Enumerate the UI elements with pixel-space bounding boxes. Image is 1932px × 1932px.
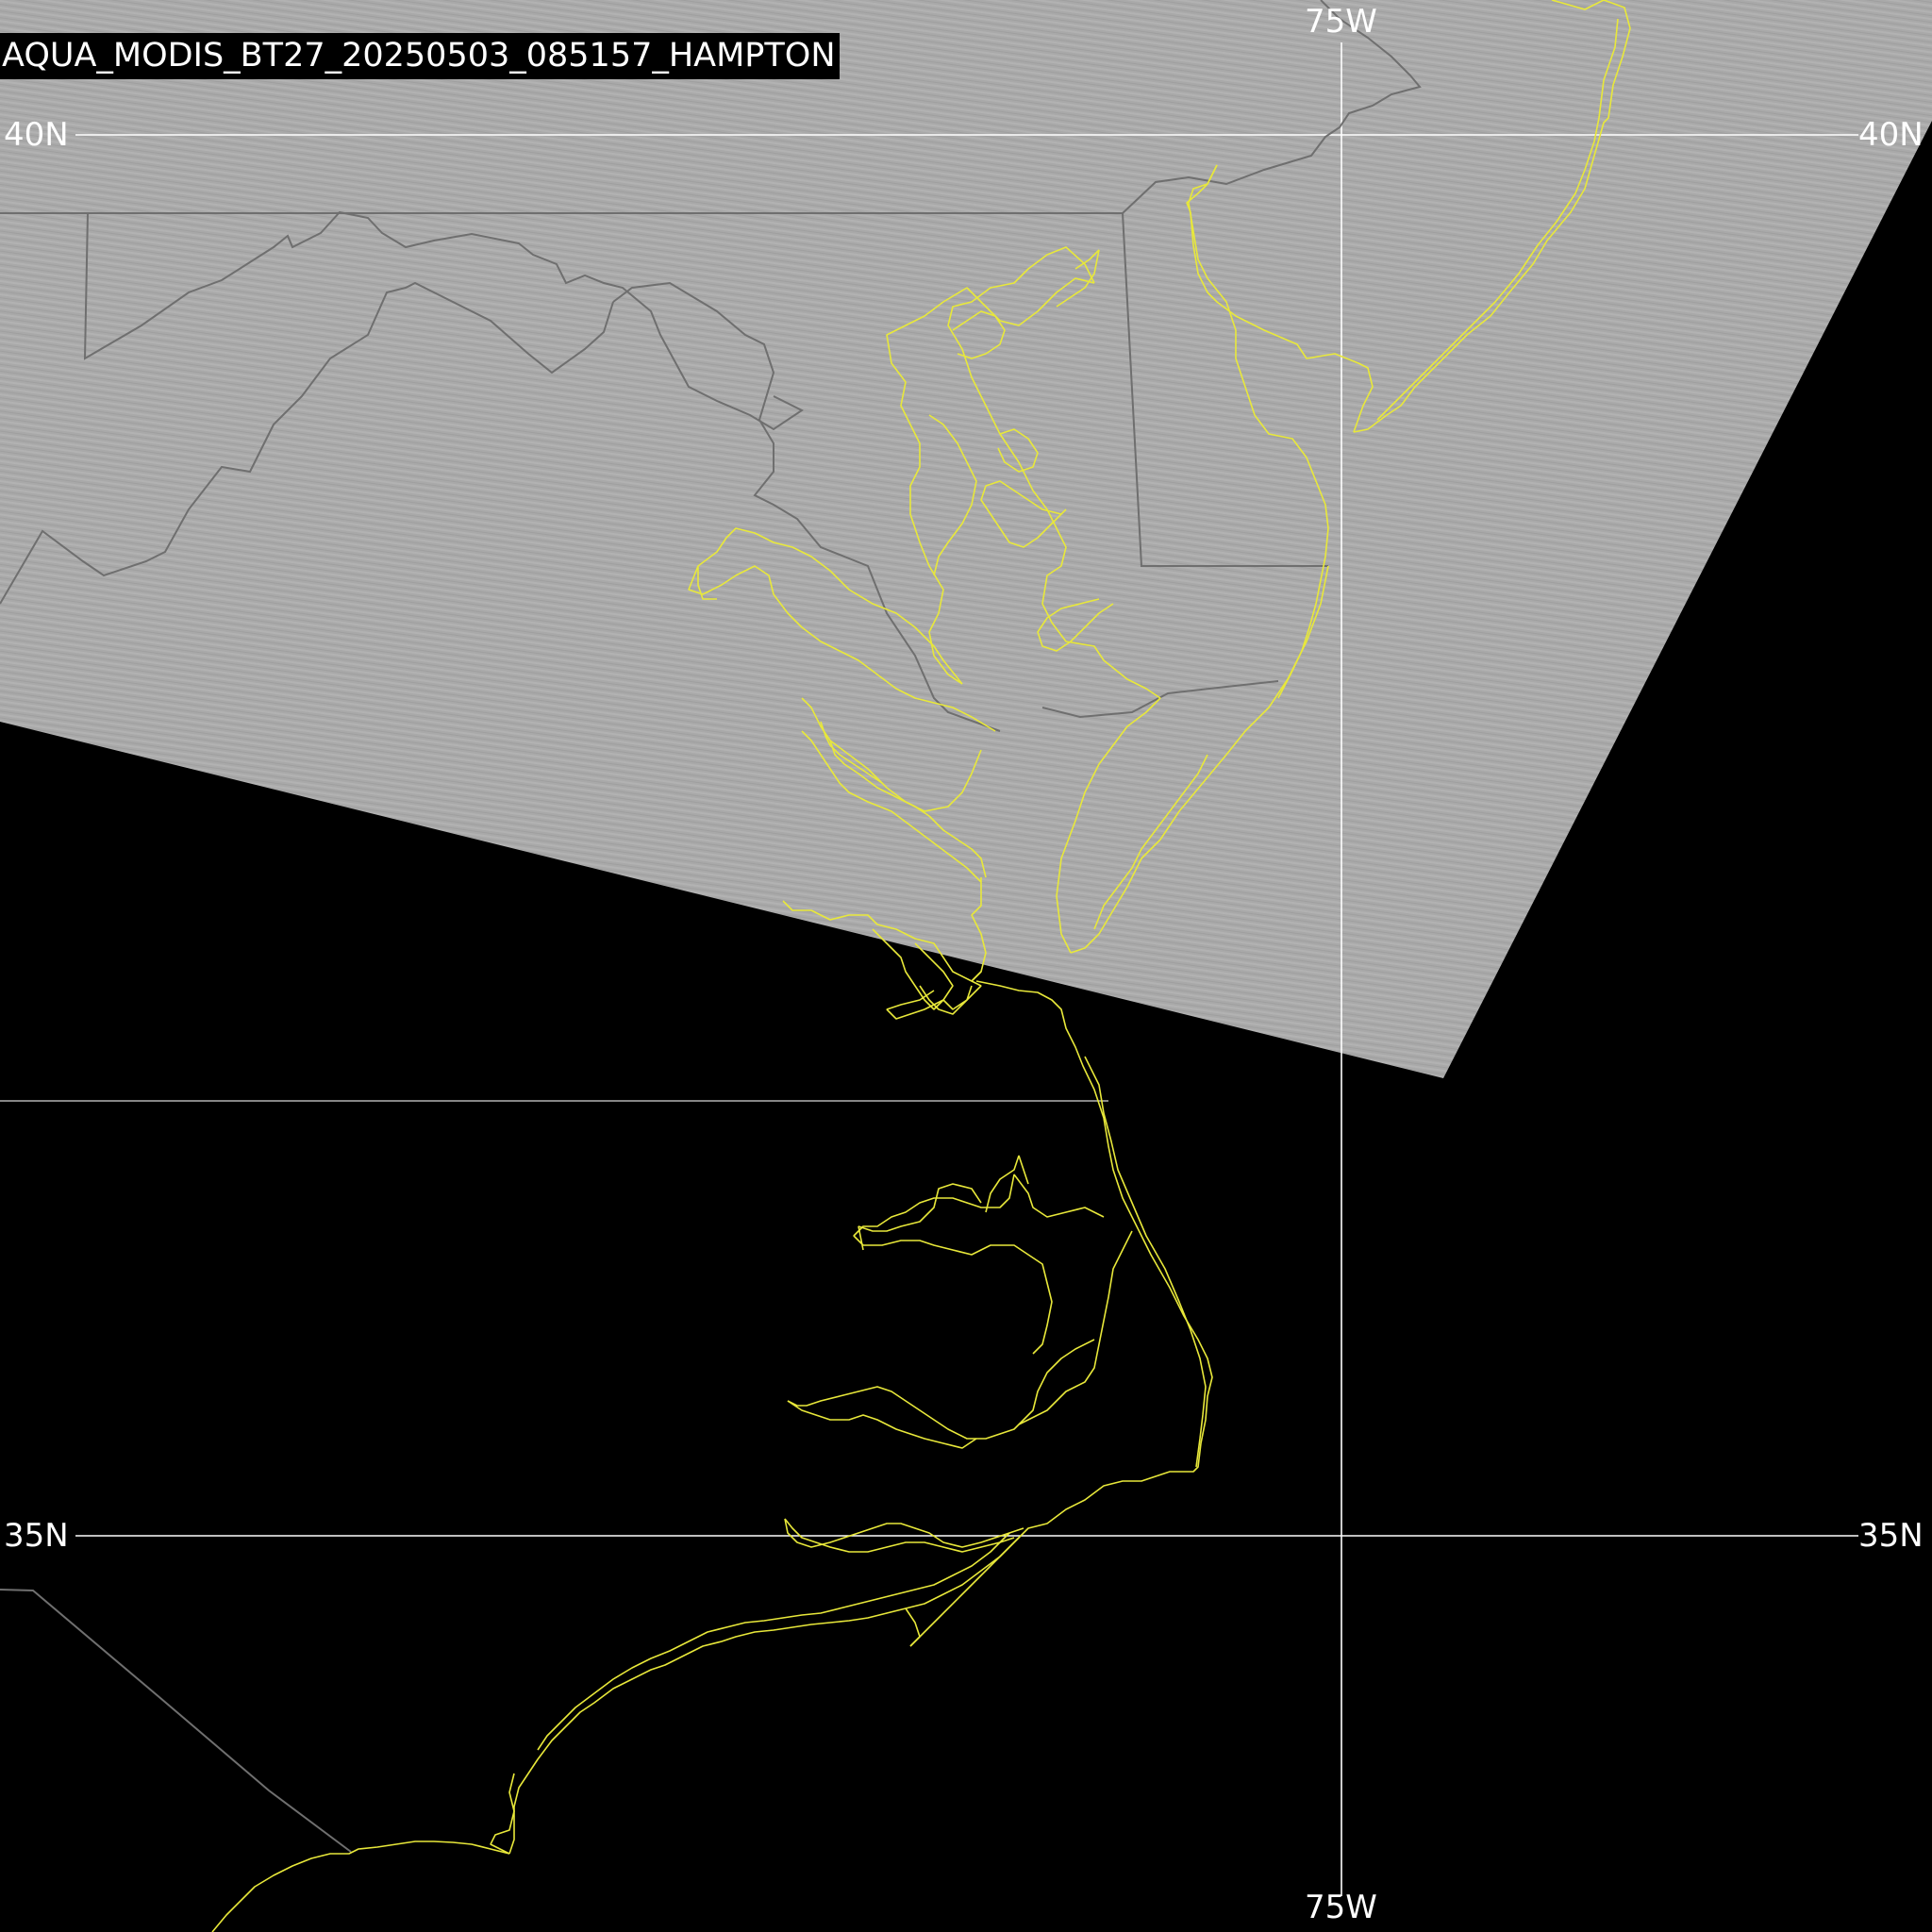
pamlico-river	[787, 1339, 1095, 1440]
lon-label-bottom-75w: 75W	[1305, 1889, 1377, 1926]
lat-label-left-35n: 35N	[4, 1517, 69, 1555]
nc-barrier-south	[537, 1532, 1010, 1751]
outer-banks-inner	[1084, 1056, 1207, 1468]
lon-label-top-75w: 75W	[1305, 3, 1377, 41]
satellite-map	[0, 0, 1932, 1932]
nc-south-coast	[508, 1537, 1020, 1855]
lat-label-right-40n: 40N	[1858, 116, 1924, 154]
satellite-swath	[0, 0, 1932, 1078]
albemarle-sound	[853, 1174, 1105, 1355]
cape-fear-coast	[490, 1773, 515, 1855]
nc-outer-banks	[909, 980, 1213, 1647]
sc-coast	[211, 1840, 510, 1932]
hampton-roads-mouth	[886, 942, 954, 1020]
pamlico-south	[787, 1400, 977, 1449]
nc-sc-border	[0, 1589, 352, 1853]
lat-label-right-35n: 35N	[1858, 1517, 1924, 1555]
lat-label-left-40n: 40N	[4, 116, 69, 154]
cape-lookout-spit	[905, 1607, 921, 1647]
image-title: AQUA_MODIS_BT27_20250503_085157_HAMPTON	[0, 33, 840, 79]
